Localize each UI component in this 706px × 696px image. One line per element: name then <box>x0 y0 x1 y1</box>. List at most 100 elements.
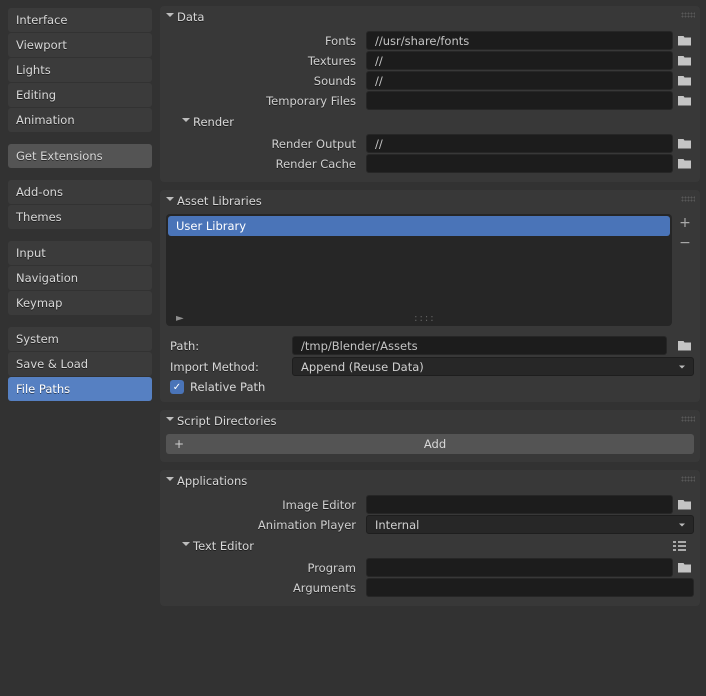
label-asset-path: Path: <box>166 339 284 353</box>
browse-program-button[interactable] <box>675 558 694 577</box>
drag-grip-icon[interactable] <box>681 416 695 422</box>
label-render-output: Render Output <box>166 137 366 151</box>
relative-path-checkbox[interactable]: ✓ Relative Path <box>166 380 694 394</box>
chevron-down-icon <box>180 117 190 127</box>
browse-render-output-button[interactable] <box>675 134 694 153</box>
subpanel-title: Render <box>193 115 234 129</box>
asset-library-item[interactable]: User Library <box>168 216 670 236</box>
sidebar-item-system[interactable]: System <box>8 327 152 351</box>
folder-icon <box>678 500 691 510</box>
resize-grip-icon[interactable]: :::: <box>184 313 666 324</box>
label-arguments: Arguments <box>166 581 366 595</box>
sidebar-item-keymap[interactable]: Keymap <box>8 291 152 315</box>
sidebar-item-lights[interactable]: Lights <box>8 58 152 82</box>
sidebar-item-navigation[interactable]: Navigation <box>8 266 152 290</box>
sidebar-item-themes[interactable]: Themes <box>8 205 152 229</box>
chevron-down-icon <box>164 476 174 486</box>
label-fonts: Fonts <box>166 34 366 48</box>
sidebar-item-editing[interactable]: Editing <box>8 83 152 107</box>
label-import-method: Import Method: <box>166 360 284 374</box>
label-temporary-files: Temporary Files <box>166 94 366 108</box>
folder-icon <box>678 36 691 46</box>
checkbox-label: Relative Path <box>190 380 265 394</box>
select-import-method[interactable]: Append (Reuse Data) <box>292 357 694 376</box>
browse-asset-path-button[interactable] <box>675 336 694 355</box>
drag-grip-icon[interactable] <box>681 12 695 18</box>
sidebar-item-interface[interactable]: Interface <box>8 8 152 32</box>
panel-applications: Applications Image Editor Animation Play… <box>160 470 700 606</box>
input-render-cache[interactable] <box>366 154 673 173</box>
input-render-output[interactable] <box>366 134 673 153</box>
browse-render-cache-button[interactable] <box>675 154 694 173</box>
label-image-editor: Image Editor <box>166 498 366 512</box>
panel-data: Data Fonts Textures <box>160 6 700 182</box>
preset-list-button[interactable] <box>668 536 690 556</box>
folder-icon <box>678 76 691 86</box>
panel-header-data[interactable]: Data <box>160 6 700 28</box>
browse-sounds-button[interactable] <box>675 71 694 90</box>
panel-asset-libraries: Asset Libraries User Library ► :::: + − <box>160 190 700 402</box>
panel-title: Asset Libraries <box>177 194 262 208</box>
folder-icon <box>678 563 691 573</box>
label-animation-player: Animation Player <box>166 518 366 532</box>
add-asset-library-button[interactable]: + <box>676 214 694 232</box>
chevron-down-icon <box>164 12 174 22</box>
input-sounds-path[interactable] <box>366 71 673 90</box>
select-animation-player[interactable]: Internal <box>366 515 694 534</box>
folder-icon <box>678 96 691 106</box>
panel-header-applications[interactable]: Applications <box>160 470 700 492</box>
sidebar-item-viewport[interactable]: Viewport <box>8 33 152 57</box>
browse-textures-button[interactable] <box>675 51 694 70</box>
plus-icon: + <box>174 437 184 451</box>
input-program[interactable] <box>366 558 673 577</box>
panel-script-dirs: Script Directories + Add <box>160 410 700 462</box>
sidebar-item-input[interactable]: Input <box>8 241 152 265</box>
sidebar-item-saveload[interactable]: Save & Load <box>8 352 152 376</box>
input-asset-path[interactable] <box>292 336 667 355</box>
folder-icon <box>678 159 691 169</box>
drag-grip-icon[interactable] <box>681 476 695 482</box>
input-fonts-path[interactable] <box>366 31 673 50</box>
label-sounds: Sounds <box>166 74 366 88</box>
input-temp-path[interactable] <box>366 91 673 110</box>
sidebar-item-addons[interactable]: Add-ons <box>8 180 152 204</box>
panel-title: Applications <box>177 474 247 488</box>
label-program: Program <box>166 561 366 575</box>
asset-library-list[interactable]: User Library ► :::: <box>166 214 672 326</box>
subpanel-header-render[interactable]: Render <box>166 111 694 133</box>
checkmark-icon: ✓ <box>170 380 184 394</box>
folder-icon <box>678 56 691 66</box>
chevron-down-icon <box>164 196 174 206</box>
label-render-cache: Render Cache <box>166 157 366 171</box>
panel-header-script-dirs[interactable]: Script Directories <box>160 410 700 432</box>
select-value: Append (Reuse Data) <box>301 360 424 374</box>
main-content: Data Fonts Textures <box>152 0 706 696</box>
chevron-down-icon <box>164 416 174 426</box>
browse-temp-button[interactable] <box>675 91 694 110</box>
remove-asset-library-button[interactable]: − <box>676 234 694 252</box>
preferences-sidebar: Interface Viewport Lights Editing Animat… <box>0 0 152 696</box>
sidebar-item-filepaths[interactable]: File Paths <box>8 377 152 401</box>
folder-icon <box>678 139 691 149</box>
input-image-editor[interactable] <box>366 495 673 514</box>
panel-header-asset-libraries[interactable]: Asset Libraries <box>160 190 700 212</box>
panel-title: Data <box>177 10 204 24</box>
select-value: Internal <box>375 518 419 532</box>
folder-icon <box>678 341 691 351</box>
browse-fonts-button[interactable] <box>675 31 694 50</box>
subpanel-header-text-editor[interactable]: Text Editor <box>166 535 260 557</box>
input-arguments[interactable] <box>366 578 694 597</box>
expand-icon[interactable]: ► <box>176 313 184 324</box>
drag-grip-icon[interactable] <box>681 196 695 202</box>
chevron-down-icon <box>180 541 190 551</box>
button-label: Add <box>184 437 686 451</box>
sidebar-get-extensions[interactable]: Get Extensions <box>8 144 152 168</box>
browse-image-editor-button[interactable] <box>675 495 694 514</box>
add-script-dir-button[interactable]: + Add <box>166 434 694 454</box>
label-textures: Textures <box>166 54 366 68</box>
list-icon <box>673 541 686 552</box>
input-textures-path[interactable] <box>366 51 673 70</box>
panel-title: Script Directories <box>177 414 276 428</box>
subpanel-title: Text Editor <box>193 539 254 553</box>
sidebar-item-animation[interactable]: Animation <box>8 108 152 132</box>
